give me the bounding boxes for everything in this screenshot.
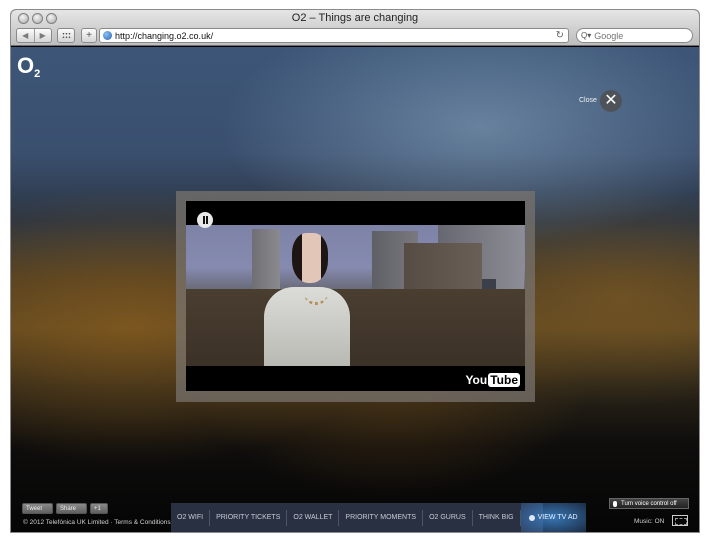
top-sites-button[interactable]: [57, 28, 75, 43]
tweet-button[interactable]: Tweet: [22, 503, 53, 514]
back-button[interactable]: ◀: [17, 29, 34, 42]
fullscreen-icon[interactable]: [672, 515, 688, 526]
search-bar[interactable]: Q▾: [576, 28, 693, 43]
nav-priority-tickets[interactable]: PRIORITY TICKETS: [210, 509, 288, 526]
add-bookmark-button[interactable]: +: [81, 28, 97, 43]
video-overlay: You Tube: [176, 191, 535, 402]
grid-icon: [61, 32, 71, 39]
video-frame[interactable]: [186, 225, 525, 366]
voice-control-label: Turn voice control off: [621, 500, 677, 507]
logo-main: O: [17, 53, 35, 78]
nav-o2-gurus[interactable]: O2 GURUS: [423, 509, 473, 526]
nav-o2-wallet[interactable]: O2 WALLET: [287, 509, 340, 526]
close-label[interactable]: Close: [579, 97, 597, 104]
o2-logo[interactable]: O2: [17, 53, 40, 80]
play-icon: [528, 514, 535, 521]
facebook-share-button[interactable]: Share: [56, 503, 87, 514]
globe-icon: [103, 31, 112, 40]
browser-window: O2 – Things are changing ◀ ▶ + http://ch…: [11, 10, 699, 532]
nav-priority-moments[interactable]: PRIORITY MOMENTS: [339, 509, 424, 526]
window-title: O2 – Things are changing: [291, 12, 419, 24]
tweet-label: Tweet: [26, 505, 43, 512]
grass-field: [186, 289, 525, 366]
youtube-logo-you: You: [465, 373, 488, 387]
close-button[interactable]: ✕: [600, 90, 622, 112]
building: [252, 229, 280, 291]
page-content: O2 Close ✕ You Tube Tweet Share +1 © 201…: [11, 47, 699, 532]
share-label: Share: [60, 505, 77, 512]
nav-o2-wifi[interactable]: O2 WIFI: [171, 509, 211, 526]
search-icon[interactable]: Q▾: [581, 31, 591, 40]
plus-one-label: +1: [94, 505, 101, 512]
microphone-icon: [613, 500, 617, 507]
close-icon: ✕: [604, 92, 618, 109]
bottom-navigation: O2 WIFI PRIORITY TICKETS O2 WALLET PRIOR…: [171, 503, 586, 532]
woman-head: [292, 233, 328, 283]
google-plus-button[interactable]: +1: [90, 503, 108, 514]
nav-view-tv-ad-label: VIEW TV AD: [537, 514, 578, 521]
youtube-logo[interactable]: You Tube: [465, 373, 520, 387]
pause-icon[interactable]: [197, 212, 213, 228]
youtube-logo-tube: Tube: [488, 373, 520, 387]
history-buttons: ◀ ▶: [16, 28, 52, 43]
voice-control-button[interactable]: Turn voice control off: [609, 498, 689, 509]
copyright-text[interactable]: © 2012 Telefónica UK Limited · Terms & C…: [23, 519, 171, 526]
search-input[interactable]: [594, 30, 685, 41]
logo-sub: 2: [34, 68, 41, 80]
nav-view-tv-ad[interactable]: VIEW TV AD: [520, 503, 586, 532]
forward-button[interactable]: ▶: [33, 29, 52, 42]
reload-icon[interactable]: ↻: [556, 29, 564, 42]
browser-titlebar: O2 – Things are changing ◀ ▶ + http://ch…: [11, 10, 699, 46]
address-bar[interactable]: http://changing.o2.co.uk/ ↻: [99, 28, 569, 43]
nav-think-big[interactable]: THINK BIG: [473, 509, 521, 526]
music-toggle[interactable]: Music: ON: [634, 518, 664, 525]
video-player[interactable]: You Tube: [186, 201, 525, 391]
url-text[interactable]: http://changing.o2.co.uk/: [115, 31, 213, 41]
